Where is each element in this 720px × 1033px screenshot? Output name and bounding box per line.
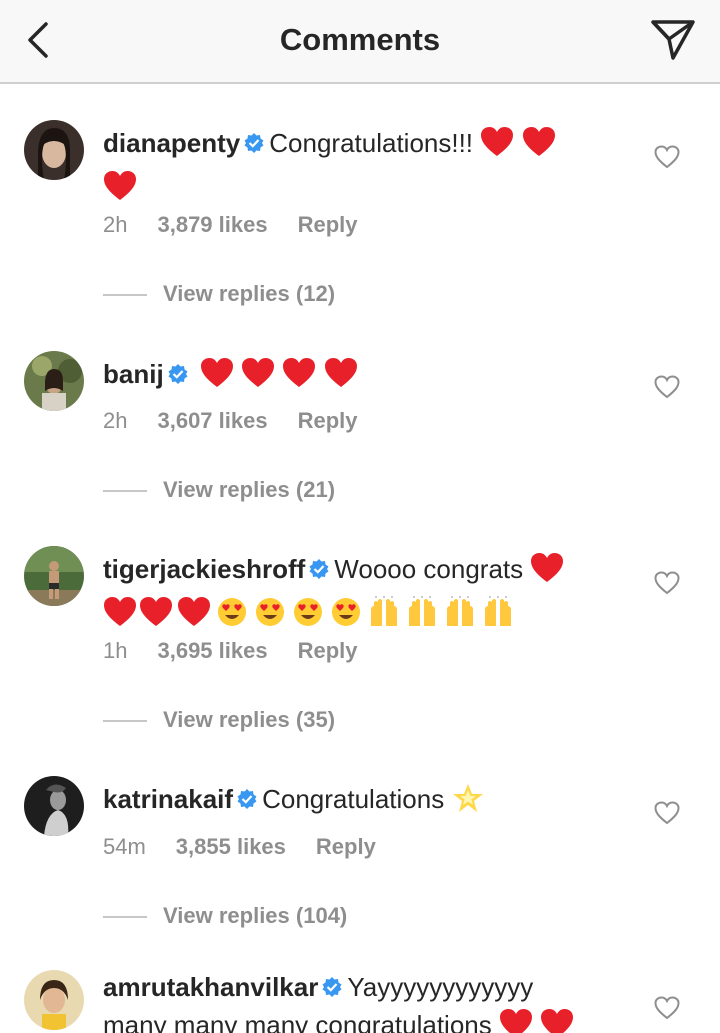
raised-hands-emoji-icon [441,596,479,638]
comment-meta: 2h 3,607 likes Reply [103,408,358,434]
heart-emoji-icon [324,357,358,399]
view-replies-label: View replies (104) [163,903,348,928]
raised-hands-emoji-icon [479,596,517,638]
comment-username[interactable]: tigerjackieshroff [103,554,305,584]
heart-outline-icon [654,375,680,399]
comment-message: Yayyyyyyyyyyyy [347,972,534,1002]
page-title: Comments [279,22,441,57]
glowing-star-emoji-icon [451,782,485,824]
heart-outline-icon [654,571,680,595]
comment-text: amrutakhanvilkar Yayyyyyyyyyyyy many many… [103,968,663,1033]
heart-emoji-icon [530,552,564,594]
like-button[interactable] [654,375,680,399]
share-button[interactable] [650,18,696,62]
comment-username[interactable]: amrutakhanvilkar [103,972,318,1002]
like-button[interactable] [654,145,680,169]
verified-badge-icon [244,133,264,153]
heart-eyes-emoji-icon [327,596,365,638]
header-bar: Comments [0,0,720,84]
comment-meta: 2h 3,879 likes Reply [103,212,358,238]
heart-emoji-icon [137,596,175,638]
view-replies-button[interactable]: View replies (104) [103,903,347,929]
avatar[interactable] [24,776,84,836]
heart-emoji-icon [103,170,137,212]
avatar[interactable] [24,120,84,180]
reply-button[interactable]: Reply [316,834,376,860]
comment-time: 1h [103,638,128,663]
view-replies-label: View replies (35) [163,707,336,732]
comment-time: 2h [103,212,128,237]
heart-emoji-icon [540,1008,574,1033]
view-replies-button[interactable]: View replies (12) [103,281,335,307]
comment-text: dianapenty Congratulations!!! [103,124,603,212]
heart-emoji-icon [480,126,514,168]
avatar[interactable] [24,970,84,1030]
raised-hands-emoji-icon [365,596,403,638]
heart-eyes-emoji-icon [289,596,327,638]
comment-meta: 54m 3,855 likes Reply [103,834,376,860]
heart-outline-icon [654,145,680,169]
heart-emoji-icon [282,357,316,399]
heart-outline-icon [654,996,680,1020]
comment-message: Congratulations [262,784,445,814]
like-button[interactable] [654,801,680,825]
comment-username[interactable]: banij [103,359,164,389]
like-button[interactable] [654,996,680,1020]
divider-line [103,916,147,919]
avatar[interactable] [24,351,84,411]
view-replies-button[interactable]: View replies (21) [103,477,335,503]
comment-meta: 1h 3,695 likes Reply [103,638,358,664]
avatar[interactable] [24,546,84,606]
comment-username[interactable]: katrinakaif [103,784,233,814]
like-button[interactable] [654,571,680,595]
reply-button[interactable]: Reply [298,212,358,238]
comment-likes[interactable]: 3,879 likes [157,212,267,238]
heart-eyes-emoji-icon [251,596,289,638]
comment-text: banij [103,355,603,399]
verified-badge-icon [309,559,329,579]
heart-emoji-icon [241,357,275,399]
comment-likes[interactable]: 3,855 likes [176,834,286,860]
heart-emoji-icon [499,1008,533,1033]
heart-eyes-emoji-icon [213,596,251,638]
verified-badge-icon [237,789,257,809]
raised-hands-emoji-icon [403,596,441,638]
comment-likes[interactable]: 3,607 likes [157,408,267,434]
comment-text: katrinakaif Congratulations [103,780,603,824]
view-replies-button[interactable]: View replies (35) [103,707,335,733]
divider-line [103,294,147,297]
heart-outline-icon [654,801,680,825]
comment-message: Congratulations!!! [269,128,474,158]
divider-line [103,720,147,723]
heart-emoji-icon [175,596,213,638]
view-replies-label: View replies (21) [163,477,336,502]
comment-message-line2: many many many congratulations [103,1010,492,1033]
heart-emoji-icon [200,357,234,399]
divider-line [103,490,147,493]
verified-badge-icon [322,977,342,997]
heart-emoji-icon [103,596,137,638]
verified-badge-icon [168,364,188,384]
comment-message: Woooo congrats [334,554,524,584]
reply-button[interactable]: Reply [298,408,358,434]
view-replies-label: View replies (12) [163,281,336,306]
comment-username[interactable]: dianapenty [103,128,240,158]
comment-text: tigerjackieshroff Woooo congrats [103,550,663,638]
reply-button[interactable]: Reply [298,638,358,664]
comment-likes[interactable]: 3,695 likes [157,638,267,664]
paper-plane-icon [651,20,695,60]
heart-emoji-icon [522,126,556,168]
comment-time: 54m [103,834,146,859]
comment-time: 2h [103,408,128,433]
